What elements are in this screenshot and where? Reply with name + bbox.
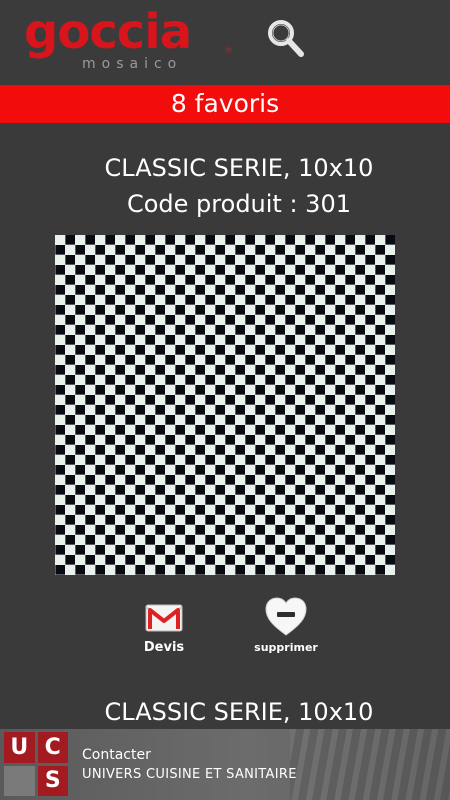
ucs-logo-letter: C bbox=[37, 732, 68, 763]
devis-button[interactable]: Devis bbox=[124, 596, 204, 658]
ucs-logo-letter: U bbox=[4, 732, 35, 763]
delete-label: supprimer bbox=[254, 641, 318, 654]
search-icon bbox=[268, 20, 304, 57]
ucs-logo-letter: S bbox=[37, 765, 68, 796]
ucs-logo: U C S bbox=[4, 732, 68, 796]
logo-subtitle: mosaico bbox=[82, 56, 183, 72]
ad-banner[interactable]: U C S Contacter UNIVERS CUISINE ET SANIT… bbox=[0, 729, 450, 800]
product-code: Code produit : 301 bbox=[126, 190, 351, 218]
logo-wordmark: goccia bbox=[24, 4, 192, 60]
ad-background-pattern bbox=[290, 729, 450, 800]
devis-label: Devis bbox=[143, 640, 185, 655]
product-title: CLASSIC SERIE, 10x10 bbox=[104, 698, 374, 726]
goccia-logo[interactable]: goccia ® mosaico bbox=[24, 4, 234, 74]
gmail-envelope-icon bbox=[145, 604, 183, 632]
search-button[interactable] bbox=[262, 16, 310, 62]
ad-company-name: UNIVERS CUISINE ET SANITAIRE bbox=[82, 767, 297, 782]
ad-contact-label: Contacter bbox=[82, 747, 151, 763]
app-header: goccia ® mosaico bbox=[0, 0, 450, 84]
ucs-logo-blank bbox=[4, 765, 35, 796]
favorites-count-bar[interactable]: 8 favoris bbox=[0, 85, 450, 123]
product-image[interactable] bbox=[55, 235, 395, 575]
favorites-count-label: 8 favoris bbox=[170, 89, 280, 118]
product-title: CLASSIC SERIE, 10x10 bbox=[104, 154, 374, 182]
heart-minus-icon bbox=[265, 597, 307, 636]
delete-favorite-button[interactable]: supprimer bbox=[246, 596, 326, 658]
logo-registered-mark: ® bbox=[224, 46, 233, 56]
